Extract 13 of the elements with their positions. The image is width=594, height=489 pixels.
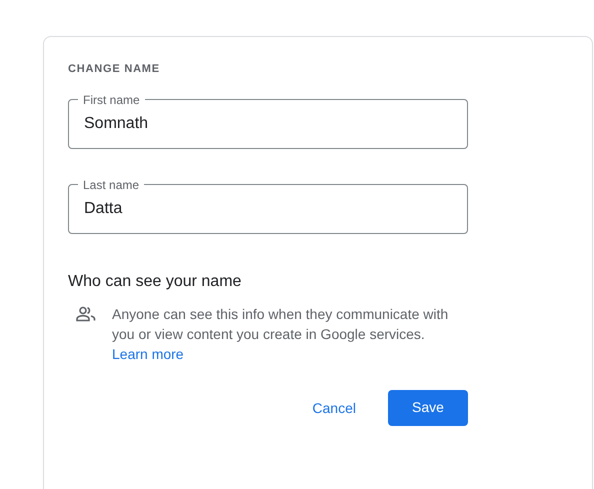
- info-text: Anyone can see this info when they communicate with you or view content you create in Google services. Learn more: [112, 304, 450, 364]
- text-input[interactable]: Datta: [84, 192, 452, 232]
- people-icon: [76, 306, 96, 322]
- input-field[interactable]: Last name Datta: [68, 178, 468, 234]
- section-title: CHANGE NAME: [68, 62, 161, 77]
- learn-more-link[interactable]: Learn more: [112, 346, 184, 362]
- field-label: Last name: [82, 178, 140, 192]
- input-field[interactable]: First name Somnath: [68, 92, 468, 148]
- save-button[interactable]: Save: [388, 390, 468, 426]
- cancel-button[interactable]: Cancel: [300, 390, 368, 426]
- field-label: First name: [82, 92, 141, 106]
- section-heading: Who can see your name: [68, 272, 242, 292]
- text-input[interactable]: Somnath: [84, 106, 452, 148]
